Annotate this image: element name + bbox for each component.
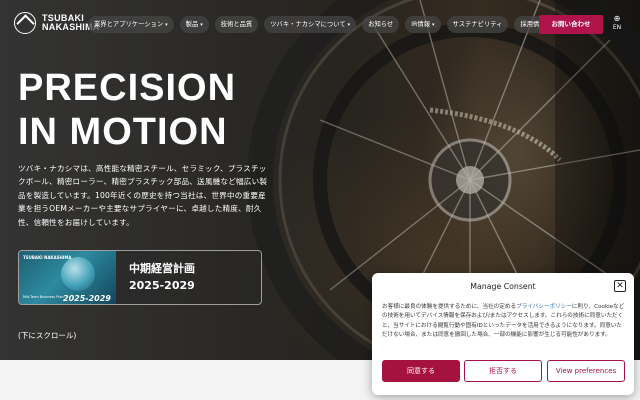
nav-item-products[interactable]: 製品 ▾ — [179, 16, 209, 33]
nav-item-ir[interactable]: IR情報 ▾ — [405, 16, 441, 33]
nav-item-industries[interactable]: 業界とアプリケーション ▾ — [88, 16, 174, 33]
nav-item-technology[interactable]: 技術と品質 — [214, 16, 259, 33]
deny-button[interactable]: 拒否する — [464, 360, 542, 382]
view-preferences-button[interactable]: View preferences — [547, 360, 625, 382]
close-icon[interactable]: ✕ — [614, 280, 626, 292]
consent-body: お客様に最良の体験を提供するために、当社の定めるプライバシーポリシーに則り、Co… — [382, 304, 625, 339]
thumbnail-brand: TSUBAKI NAKASHIMA — [23, 255, 72, 260]
logo-mark-icon — [14, 12, 36, 34]
consent-title: Manage Consent — [470, 282, 536, 291]
globe-icon: ⊕ — [613, 14, 621, 23]
nav-item-about[interactable]: ツバキ・ナカシマについて ▾ — [264, 16, 357, 33]
business-plan-thumbnail: TSUBAKI NAKASHIMA Mid-Term Business Plan… — [19, 251, 116, 304]
thumbnail-years: 2025-2029 — [63, 294, 111, 303]
contact-button[interactable]: お問い合わせ — [539, 15, 603, 34]
language-label: EN — [612, 24, 622, 31]
accept-button[interactable]: 同意する — [382, 360, 460, 382]
scroll-hint: (下にスクロール) — [18, 331, 77, 340]
thumbnail-caption: Mid-Term Business Plan — [23, 295, 64, 299]
chevron-down-icon: ▾ — [200, 22, 203, 28]
nav-item-news[interactable]: お知らせ — [362, 16, 400, 33]
chevron-down-icon: ▾ — [347, 22, 351, 28]
hero-headline: PRECISION IN MOTION — [18, 66, 236, 154]
consent-dialog: Manage Consent ✕ お客様に最良の体験を提供するために、当社の定め… — [372, 273, 634, 395]
sphere-graphic — [61, 257, 95, 291]
main-nav: 業界とアプリケーション ▾ 製品 ▾ 技術と品質 ツバキ・ナカシマについて ▾ お知ら… — [88, 16, 557, 33]
nav-item-sustainability[interactable]: サステナビリティ — [446, 16, 509, 33]
business-plan-title: 中期経営計画 2025-2029 — [129, 262, 195, 292]
hero-lead-text: ツバキ・ナカシマは、高性能な精密スチール、セラミック、プラスチックボール、精密ロ… — [18, 164, 268, 227]
headline-line-1: PRECISION — [18, 67, 237, 109]
privacy-policy-link[interactable]: プライバシーポリシー — [516, 304, 572, 310]
business-plan-card[interactable]: TSUBAKI NAKASHIMA Mid-Term Business Plan… — [18, 250, 262, 305]
chevron-down-icon: ▾ — [165, 22, 168, 28]
headline-line-2: IN MOTION — [18, 111, 228, 153]
site-logo[interactable]: TSUBAKI NAKASHIMA — [14, 12, 100, 34]
chevron-down-icon: ▾ — [432, 22, 435, 28]
language-switch[interactable]: ⊕ EN — [609, 14, 625, 34]
